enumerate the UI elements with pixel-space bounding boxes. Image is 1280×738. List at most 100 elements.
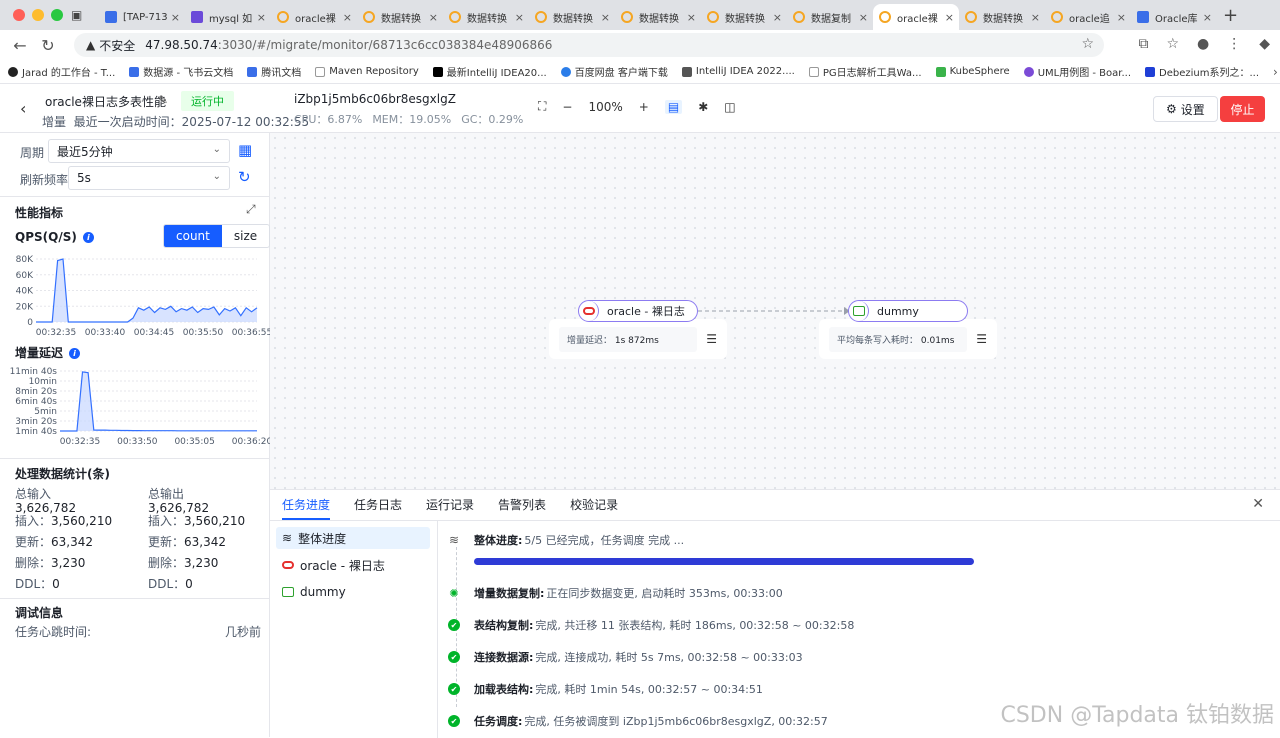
- check-icon: ✔: [448, 651, 460, 663]
- bookmark-item[interactable]: 百度网盘 客户端下载: [560, 64, 668, 79]
- close-tab-icon[interactable]: ×: [171, 11, 180, 24]
- dag-canvas[interactable]: 增量延迟： 1s 872ms ☰ oracle - 裸日志 平均每条写入耗时： …: [270, 133, 1280, 489]
- browser-tab[interactable]: 数据转换 ×: [443, 4, 529, 30]
- close-tab-icon[interactable]: ×: [945, 11, 954, 24]
- zoom-level: 100%: [588, 99, 623, 114]
- close-tab-icon[interactable]: ×: [687, 11, 696, 24]
- browser-tab[interactable]: 数据复制 ×: [787, 4, 873, 30]
- close-tab-icon[interactable]: ×: [429, 11, 438, 24]
- source-node[interactable]: oracle - 裸日志: [578, 300, 698, 322]
- url-input[interactable]: ▲ 不安全 47.98.50.74:3030/#/migrate/monitor…: [74, 33, 1104, 57]
- expand-icon[interactable]: ⤢: [246, 202, 256, 217]
- refresh-select[interactable]: 5s ⌄: [68, 166, 230, 190]
- y-tick-label: 60K: [16, 271, 34, 281]
- browser-tab[interactable]: 数据转换 ×: [529, 4, 615, 30]
- tab-task-progress[interactable]: 任务进度: [282, 490, 331, 520]
- step-schema-copy: ✔ 表结构复制: 完成, 共迁移 11 张表结构, 耗时 186ms, 00:32:…: [448, 617, 854, 633]
- browser-tab[interactable]: 数据转换 ×: [701, 4, 787, 30]
- bookmark-item[interactable]: KubeSphere: [935, 66, 1010, 77]
- close-window-icon[interactable]: [13, 9, 25, 21]
- back-arrow-icon[interactable]: ←: [6, 36, 34, 55]
- list-item[interactable]: ≋ 整体进度: [276, 527, 430, 549]
- extensions-icon[interactable]: ⧉: [1138, 36, 1148, 52]
- browser-tab[interactable]: Oracle库 ×: [1131, 4, 1217, 30]
- bookmark-item[interactable]: 最新IntelliJ IDEA20...: [432, 64, 547, 79]
- step-title: 增量数据复制:: [474, 587, 545, 600]
- lag-title: 增量延迟 i: [15, 344, 81, 361]
- bookmarks-icon[interactable]: ☆: [1166, 36, 1179, 52]
- list-icon[interactable]: ☰: [976, 332, 987, 346]
- fit-view-icon[interactable]: ⛶: [538, 99, 546, 114]
- debug-bug-icon[interactable]: ✱: [698, 100, 708, 114]
- menu-icon[interactable]: ⋮: [1227, 36, 1241, 52]
- x-tick-label: 00:35:50: [183, 328, 224, 338]
- y-tick-label: 10min: [29, 377, 57, 387]
- close-tab-icon[interactable]: ×: [859, 11, 868, 24]
- target-metric: 平均每条写入耗时： 0.01ms: [829, 326, 967, 352]
- browser-tab-active[interactable]: oracle裸 ×: [873, 4, 959, 30]
- assistant-icon[interactable]: ◆: [1259, 36, 1270, 52]
- bookmark-item[interactable]: Maven Repository: [315, 66, 419, 77]
- info-icon[interactable]: i: [82, 232, 94, 243]
- period-select[interactable]: 最近5分钟 ⌄: [48, 139, 230, 163]
- close-tab-icon[interactable]: ×: [773, 11, 782, 24]
- split-view-icon[interactable]: ◫: [724, 100, 735, 114]
- size-toggle-button[interactable]: size: [222, 225, 269, 247]
- clipboard-icon[interactable]: ▤: [664, 99, 683, 114]
- step-text: 完成, 连接成功, 耗时 5s 7ms, 00:32:58 ~ 00:33:03: [535, 651, 803, 664]
- browser-tab[interactable]: 数据转换 ×: [357, 4, 443, 30]
- close-tab-icon[interactable]: ×: [1203, 11, 1212, 24]
- close-tab-icon[interactable]: ×: [257, 11, 266, 24]
- target-node[interactable]: dummy: [848, 300, 968, 322]
- bookmarks-overflow-icon[interactable]: ›: [1273, 65, 1278, 79]
- browser-tab[interactable]: [TAP-713 ×: [99, 4, 185, 30]
- new-tab-icon[interactable]: +: [1223, 5, 1238, 26]
- list-item[interactable]: dummy: [276, 581, 430, 603]
- browser-tab[interactable]: oracle追 ×: [1045, 4, 1131, 30]
- maximize-window-icon[interactable]: [51, 9, 63, 21]
- bookmark-item[interactable]: 腾讯文档: [247, 64, 301, 79]
- minimize-window-icon[interactable]: [32, 9, 44, 21]
- close-tab-icon[interactable]: ×: [1031, 11, 1040, 24]
- reload-icon[interactable]: ↻: [34, 36, 62, 55]
- edit-icon[interactable]: ✎: [158, 93, 168, 107]
- refresh-icon[interactable]: ↻: [238, 168, 251, 186]
- count-toggle-button[interactable]: count: [164, 225, 222, 247]
- profile-avatar-icon[interactable]: ●: [1197, 36, 1209, 52]
- calendar-icon[interactable]: ▦: [238, 141, 252, 159]
- bookmark-item[interactable]: PG日志解析工具Wa...: [808, 64, 922, 79]
- tab-run-records[interactable]: 运行记录: [426, 490, 474, 520]
- browser-tab[interactable]: oracle裸 ×: [271, 4, 357, 30]
- tab-alerts[interactable]: 告警列表: [498, 490, 546, 520]
- browser-tab[interactable]: 数据转换 ×: [959, 4, 1045, 30]
- bookmark-item[interactable]: UML用例图 - Boar...: [1023, 64, 1131, 79]
- bookmark-item[interactable]: IntelliJ IDEA 2022....: [681, 66, 795, 77]
- source-metric: 增量延迟： 1s 872ms: [559, 326, 697, 352]
- tab-task-log[interactable]: 任务日志: [354, 490, 402, 520]
- tab-verify-records[interactable]: 校验记录: [570, 490, 618, 520]
- bookmark-item[interactable]: 数据源 - 飞书云文档: [129, 64, 233, 79]
- list-icon[interactable]: ☰: [706, 332, 717, 346]
- zoom-in-icon[interactable]: +: [639, 100, 649, 114]
- bookmark-label: 最新IntelliJ IDEA20...: [446, 68, 547, 79]
- bookmark-item[interactable]: Jarad 的工作台 - T...: [8, 64, 115, 79]
- close-tab-icon[interactable]: ×: [515, 11, 524, 24]
- close-icon[interactable]: ✕: [1252, 496, 1264, 512]
- progress-bar: [474, 558, 974, 565]
- close-tab-icon[interactable]: ×: [601, 11, 610, 24]
- close-tab-icon[interactable]: ×: [343, 11, 352, 24]
- stop-button[interactable]: 停止: [1220, 96, 1265, 122]
- zoom-out-icon[interactable]: −: [562, 100, 572, 114]
- settings-button[interactable]: ⚙ 设置: [1153, 96, 1218, 122]
- list-item[interactable]: oracle - 裸日志: [276, 554, 430, 576]
- back-chevron-icon[interactable]: ‹: [20, 99, 26, 118]
- browser-tab[interactable]: 数据转换 ×: [615, 4, 701, 30]
- browser-tab[interactable]: mysql 如 ×: [185, 4, 271, 30]
- bookmark-star-icon[interactable]: ☆: [1081, 36, 1094, 52]
- bookmark-item[interactable]: Debezium系列之：...: [1145, 64, 1259, 79]
- info-icon[interactable]: i: [69, 348, 81, 359]
- tab-label: oracle追: [1069, 13, 1110, 25]
- tab-overview-icon[interactable]: ▣: [71, 8, 99, 22]
- close-tab-icon[interactable]: ×: [1117, 11, 1126, 24]
- total-in-label: 总输入: [15, 487, 52, 501]
